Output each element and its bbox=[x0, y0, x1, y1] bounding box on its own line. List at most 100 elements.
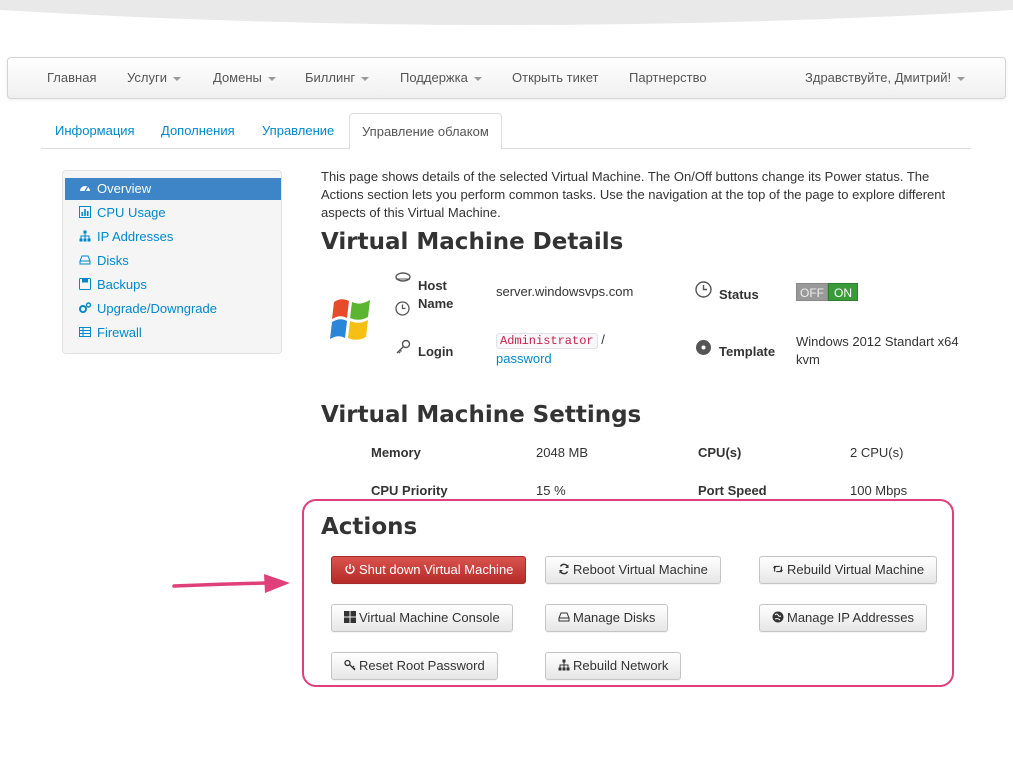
button-label: Virtual Machine Console bbox=[359, 610, 500, 625]
button-label: Manage Disks bbox=[573, 610, 656, 625]
manage-ip-button[interactable]: Manage IP Addresses bbox=[759, 604, 927, 632]
nav-item-label: Открыть тикет bbox=[512, 70, 599, 85]
button-label: Rebuild Network bbox=[573, 658, 669, 673]
template-value: Windows 2012 Standart x64 kvm bbox=[796, 334, 959, 367]
sidebar-item-upgrade-downgrade[interactable]: Upgrade/Downgrade bbox=[65, 298, 281, 320]
intro-text: This page shows details of the selected … bbox=[321, 169, 946, 220]
nav-item-label: Домены bbox=[213, 70, 262, 85]
vm-details-title: Virtual Machine Details bbox=[321, 229, 624, 255]
retweet-icon bbox=[772, 565, 784, 573]
highlight-arrow-icon bbox=[172, 574, 290, 593]
nav-item-label: Биллинг bbox=[305, 70, 356, 85]
rebuild-network-button[interactable]: Rebuild Network bbox=[545, 652, 682, 680]
template-label: Template bbox=[719, 344, 776, 359]
show-password-link[interactable]: password bbox=[496, 351, 552, 366]
clock-icon bbox=[395, 301, 410, 316]
nav-item-affiliates[interactable]: Партнерство bbox=[629, 70, 707, 85]
reset-root-password-button[interactable]: Reset Root Password bbox=[331, 652, 498, 680]
hdd-icon bbox=[79, 255, 91, 265]
cogs-icon bbox=[79, 302, 92, 313]
nav-item-billing[interactable]: Биллинг bbox=[305, 70, 370, 85]
nav-item-open-ticket[interactable]: Открыть тикет bbox=[512, 70, 598, 85]
page-top-shadow bbox=[0, 0, 1013, 25]
disc-icon bbox=[696, 340, 711, 355]
login-separator: / bbox=[601, 332, 605, 347]
caret-down-icon bbox=[473, 76, 482, 81]
caret-down-icon bbox=[957, 76, 966, 81]
user-greeting: Здравствуйте, Дмитрий! bbox=[805, 70, 952, 85]
sidebar-item-firewall[interactable]: Firewall bbox=[65, 322, 281, 344]
dashboard-icon bbox=[80, 186, 90, 192]
nav-item-label: Партнерство bbox=[629, 70, 707, 85]
sitemap-icon bbox=[79, 230, 91, 242]
sidebar-item-ip-addresses[interactable]: IP Addresses bbox=[65, 226, 281, 248]
cpu-priority-value: 15 % bbox=[536, 483, 566, 498]
power-toggle[interactable]: OFF ON bbox=[796, 283, 858, 301]
top-navbar: Главная Услуги Домены Биллинг Поддержка … bbox=[7, 57, 1006, 99]
cpu-priority-label: CPU Priority bbox=[371, 483, 448, 498]
sidebar-item-cpu-usage[interactable]: CPU Usage bbox=[65, 202, 281, 224]
sidebar-item-label: Disks bbox=[97, 253, 129, 268]
memory-label: Memory bbox=[371, 445, 421, 460]
nav-item-label: Поддержка bbox=[400, 70, 468, 85]
sidebar-item-label: CPU Usage bbox=[97, 205, 166, 220]
tab-cloud-management[interactable]: Управление облаком bbox=[349, 113, 502, 150]
sidebar-item-label: Overview bbox=[97, 181, 152, 196]
nav-item-domains[interactable]: Домены bbox=[213, 70, 276, 85]
nav-item-home[interactable]: Главная bbox=[47, 70, 96, 85]
sidebar-item-label: Backups bbox=[97, 277, 147, 292]
key-icon bbox=[396, 339, 411, 354]
power-icon bbox=[345, 564, 355, 574]
refresh-icon bbox=[559, 563, 569, 575]
actions-title: Actions bbox=[321, 514, 418, 540]
key-icon bbox=[344, 659, 356, 671]
reboot-vm-button[interactable]: Reboot Virtual Machine bbox=[545, 556, 721, 584]
caret-down-icon bbox=[267, 76, 276, 81]
sidebar-item-overview[interactable]: Overview bbox=[65, 178, 281, 200]
windows-logo-icon bbox=[330, 299, 370, 340]
sidebar-item-disks[interactable]: Disks bbox=[65, 250, 281, 272]
caret-down-icon bbox=[172, 76, 181, 81]
button-label: Rebuild Virtual Machine bbox=[787, 562, 925, 577]
sidebar-item-label: Upgrade/Downgrade bbox=[97, 301, 217, 316]
clock-icon bbox=[695, 281, 712, 298]
manage-disks-button[interactable]: Manage Disks bbox=[545, 604, 669, 632]
bar-chart-icon bbox=[79, 206, 91, 218]
memory-value: 2048 MB bbox=[536, 445, 589, 460]
button-label: Manage IP Addresses bbox=[787, 610, 914, 625]
server-icon bbox=[395, 272, 411, 282]
cpus-value: 2 CPU(s) bbox=[850, 445, 904, 460]
port-speed-label: Port Speed bbox=[698, 483, 767, 498]
nav-user-menu[interactable]: Здравствуйте, Дмитрий! bbox=[805, 70, 966, 85]
vm-settings-title: Virtual Machine Settings bbox=[321, 402, 642, 428]
power-off-button[interactable]: OFF bbox=[796, 283, 828, 301]
nav-item-support[interactable]: Поддержка bbox=[400, 70, 482, 85]
tab-addons[interactable]: Дополнения bbox=[161, 113, 235, 149]
product-tabs: Информация Дополнения Управление Управле… bbox=[41, 113, 971, 150]
status-label: Status bbox=[719, 287, 759, 302]
hdd-icon bbox=[558, 612, 570, 622]
windows-grid-icon bbox=[344, 611, 356, 623]
globe-icon bbox=[772, 611, 784, 623]
sidebar-item-label: IP Addresses bbox=[97, 229, 174, 244]
sitemap-icon bbox=[558, 659, 570, 671]
vm-console-button[interactable]: Virtual Machine Console bbox=[331, 604, 513, 632]
power-on-button[interactable]: ON bbox=[828, 283, 858, 301]
tab-information[interactable]: Информация bbox=[55, 113, 135, 149]
port-speed-value: 100 Mbps bbox=[850, 483, 908, 498]
login-username: Administrator bbox=[496, 333, 598, 349]
button-label: Shut down Virtual Machine bbox=[359, 562, 514, 577]
hostname-value: server.windowsvps.com bbox=[496, 284, 634, 299]
sidebar-item-backups[interactable]: Backups bbox=[65, 274, 281, 296]
shutdown-vm-button[interactable]: Shut down Virtual Machine bbox=[331, 556, 527, 584]
login-user: Administrator / bbox=[496, 332, 605, 349]
button-label: Reboot Virtual Machine bbox=[573, 562, 708, 577]
cpus-label: CPU(s) bbox=[698, 445, 742, 460]
rebuild-vm-button[interactable]: Rebuild Virtual Machine bbox=[759, 556, 938, 584]
sidebar-item-label: Firewall bbox=[97, 325, 142, 340]
nav-item-label: Услуги bbox=[127, 70, 167, 85]
tab-management[interactable]: Управление bbox=[262, 113, 334, 149]
button-label: Reset Root Password bbox=[359, 658, 485, 673]
caret-down-icon bbox=[361, 76, 370, 81]
nav-item-services[interactable]: Услуги bbox=[127, 70, 181, 85]
